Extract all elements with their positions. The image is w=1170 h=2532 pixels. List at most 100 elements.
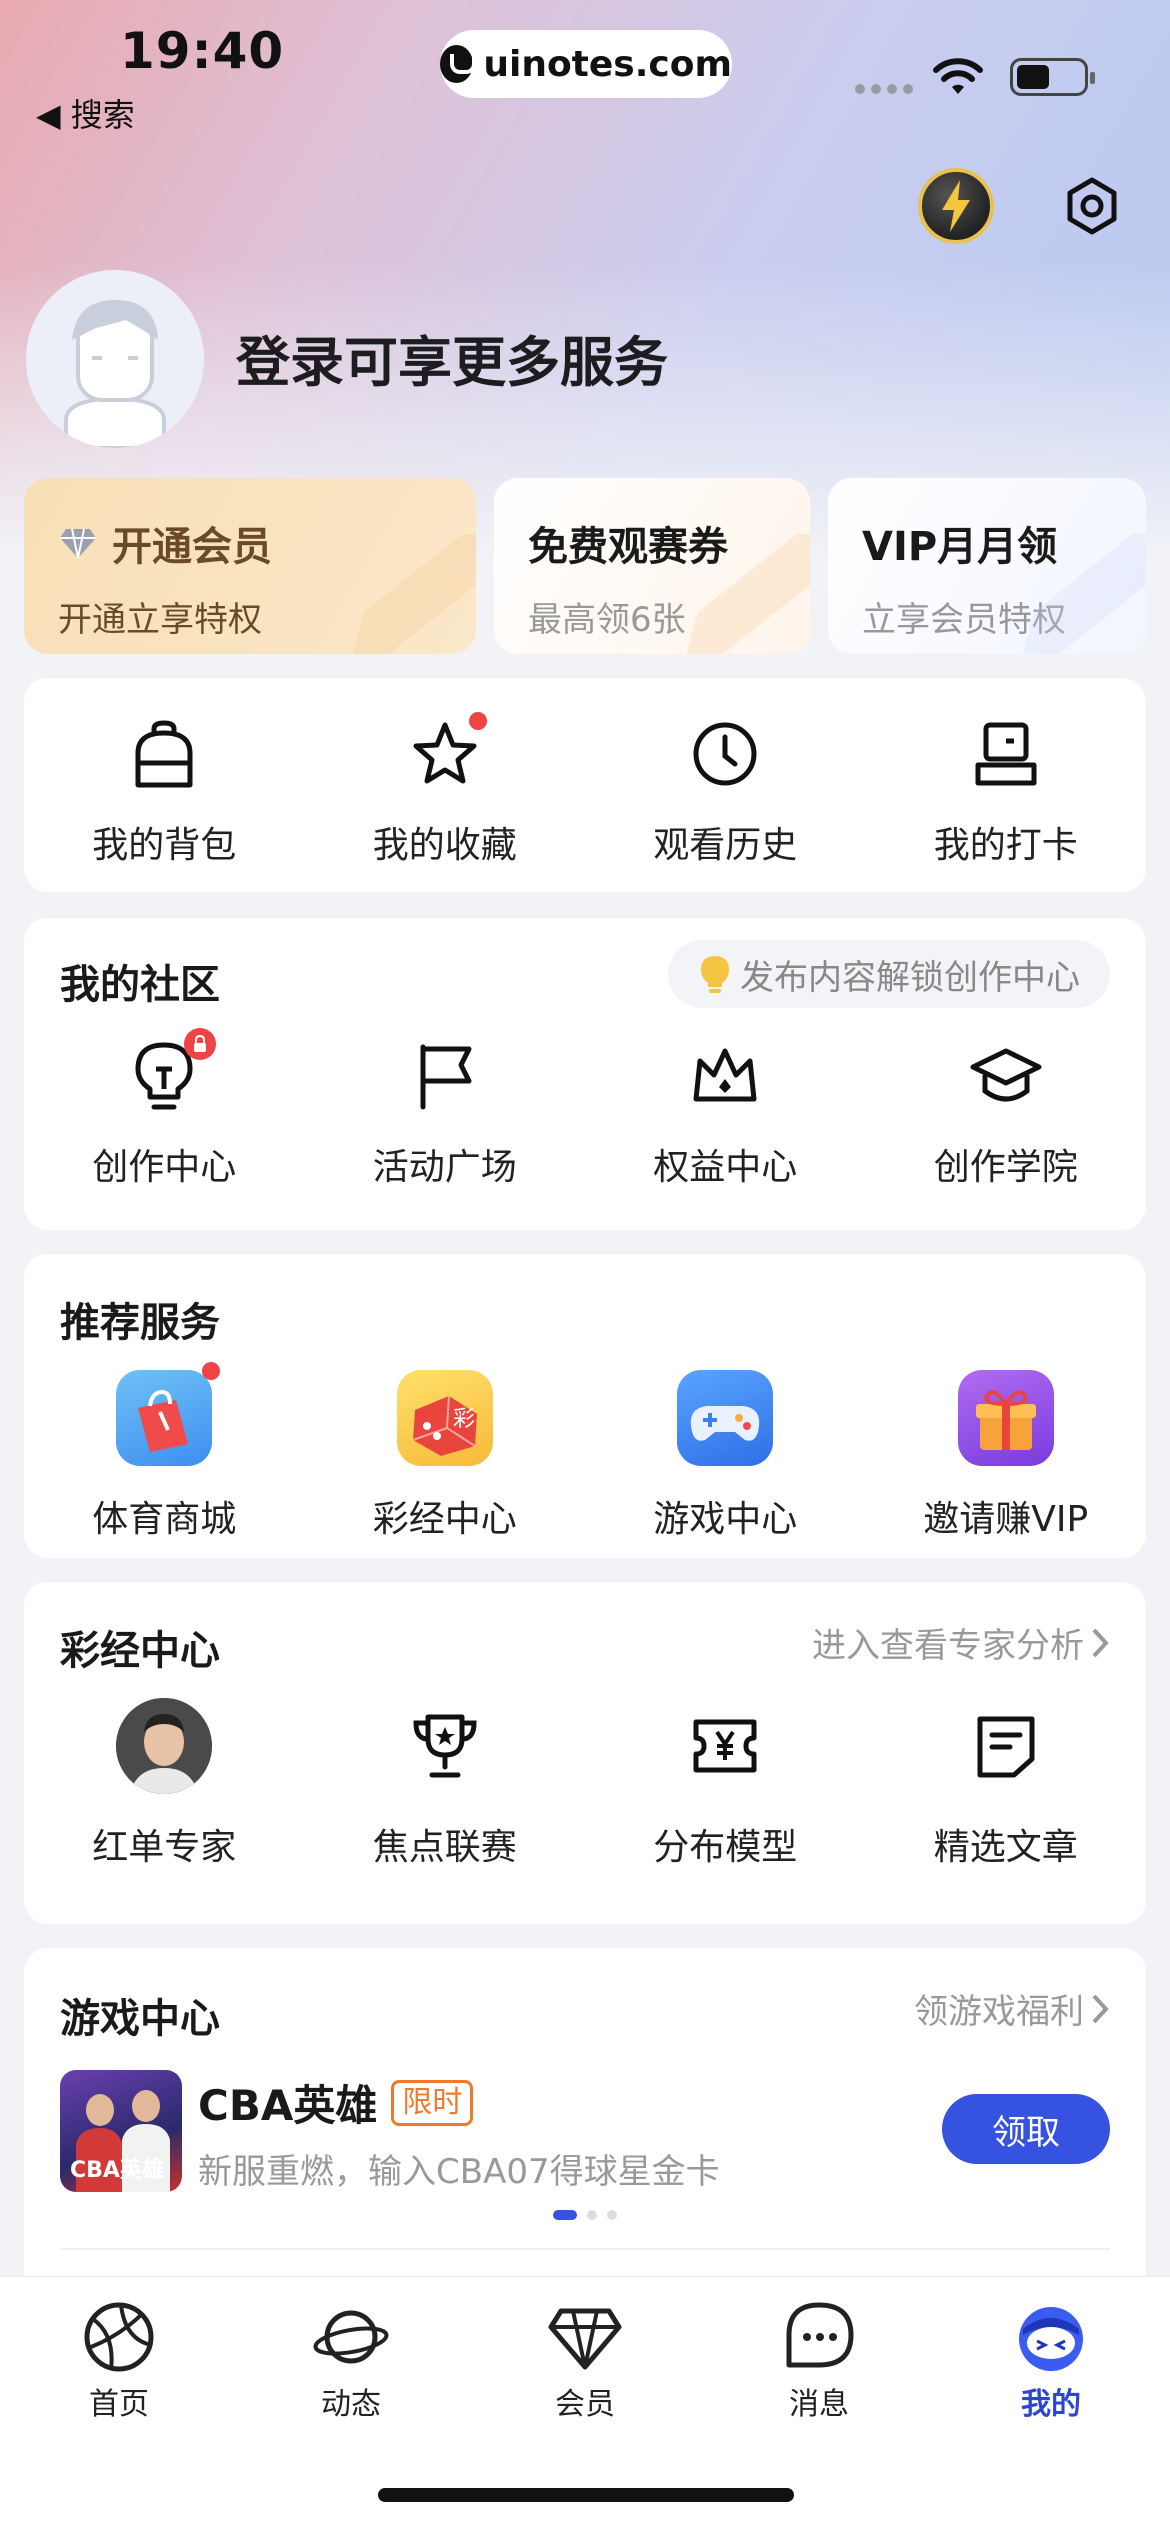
section-title: 游戏中心 bbox=[60, 1996, 220, 2042]
user-avatar-icon bbox=[26, 270, 204, 448]
service-label: 邀请赚VIP bbox=[923, 1499, 1089, 1540]
diamond-icon bbox=[60, 528, 96, 559]
back-to-search-link[interactable]: ◀ 搜索 bbox=[36, 90, 135, 136]
carousel-dot[interactable] bbox=[587, 2210, 597, 2220]
service-label: 体育商城 bbox=[92, 1499, 237, 1540]
carousel-dots bbox=[24, 2210, 1146, 2220]
open-vip-card[interactable]: 开通会员 开通立享特权 bbox=[24, 478, 476, 654]
service-invite-vip[interactable]: 邀请赚VIP bbox=[866, 1370, 1147, 1542]
url-text: uinotes.com bbox=[483, 43, 732, 85]
tab-feed[interactable]: 动态 bbox=[234, 2299, 468, 2423]
lottery-expert-link[interactable]: 进入查看专家分析 bbox=[812, 1618, 1110, 1667]
planet-icon bbox=[313, 2310, 389, 2364]
game-thumbnail[interactable]: CBA英雄 bbox=[60, 2070, 182, 2192]
quick-action-history[interactable]: 观看历史 bbox=[585, 716, 866, 868]
flag-icon bbox=[420, 1044, 472, 1110]
lottery-selected-articles[interactable]: 精选文章 bbox=[866, 1698, 1147, 1870]
community-label: 创作中心 bbox=[92, 1147, 237, 1188]
tab-home[interactable]: 首页 bbox=[2, 2299, 236, 2423]
tab-messages[interactable]: 消息 bbox=[702, 2299, 936, 2423]
community-label: 权益中心 bbox=[653, 1147, 798, 1188]
notification-dot bbox=[202, 1362, 221, 1380]
lottery-focus-league[interactable]: 焦点联赛 bbox=[305, 1698, 586, 1870]
community-creator-center[interactable]: 创作中心 bbox=[24, 1028, 305, 1190]
default-avatar[interactable] bbox=[26, 270, 204, 448]
lottery-label: 红单专家 bbox=[92, 1827, 237, 1868]
community-label: 创作学院 bbox=[933, 1147, 1078, 1188]
quick-action-backpack[interactable]: 我的背包 bbox=[24, 716, 305, 868]
lightning-boost-button[interactable] bbox=[918, 168, 994, 244]
quick-action-favorites[interactable]: 我的收藏 bbox=[305, 712, 586, 868]
url-pill[interactable]: uinotes.com bbox=[440, 30, 732, 98]
gamepad-icon bbox=[677, 1370, 774, 1466]
trophy-icon bbox=[413, 1714, 477, 1778]
tab-label: 消息 bbox=[789, 2387, 849, 2422]
community-benefits-center[interactable]: 权益中心 bbox=[585, 1038, 866, 1190]
home-indicator[interactable] bbox=[378, 2488, 794, 2502]
crown-icon bbox=[693, 1048, 757, 1102]
carousel-dot[interactable] bbox=[553, 2210, 577, 2220]
login-prompt[interactable]: 登录可享更多服务 bbox=[236, 318, 668, 397]
lottery-center-card: 彩经中心 进入查看专家分析 红单专家 焦点联赛 分布模型 精选文章 bbox=[24, 1582, 1146, 1924]
game-center-card: 游戏中心 领游戏福利 CBA英雄 CBA英雄 限时 新服重燃，输入CBA07得球… bbox=[24, 1948, 1146, 2308]
graduation-cap-icon bbox=[970, 1048, 1042, 1102]
tab-label: 首页 bbox=[89, 2387, 149, 2422]
svg-text:彩: 彩 bbox=[453, 1407, 475, 1432]
link-text: 进入查看专家分析 bbox=[812, 1626, 1084, 1666]
hint-text: 发布内容解锁创作中心 bbox=[740, 957, 1080, 998]
gift-icon bbox=[957, 1370, 1054, 1466]
tab-label: 会员 bbox=[555, 2387, 615, 2422]
quick-action-label: 我的背包 bbox=[92, 825, 237, 866]
chevron-right-icon bbox=[1092, 1628, 1109, 1657]
community-label: 活动广场 bbox=[372, 1147, 517, 1188]
site-logo-icon bbox=[440, 45, 477, 83]
free-ticket-card[interactable]: 免费观赛券 最高领6张 bbox=[494, 478, 810, 654]
community-activity-square[interactable]: 活动广场 bbox=[305, 1038, 586, 1190]
lock-icon bbox=[194, 1035, 207, 1052]
quick-action-label: 观看历史 bbox=[653, 825, 798, 866]
status-time: 19:40 bbox=[120, 22, 285, 80]
lottery-dice-icon: 彩 bbox=[396, 1370, 493, 1466]
service-label: 彩经中心 bbox=[372, 1499, 517, 1540]
lottery-label: 焦点联赛 bbox=[372, 1827, 517, 1868]
quick-actions-card: 我的背包 我的收藏 观看历史 我的打卡 bbox=[24, 678, 1146, 892]
service-sports-mall[interactable]: 体育商城 bbox=[24, 1362, 305, 1542]
lottery-label: 精选文章 bbox=[933, 1827, 1078, 1868]
lottery-label: 分布模型 bbox=[653, 1827, 798, 1868]
lottery-distribution-model[interactable]: 分布模型 bbox=[585, 1698, 866, 1870]
game-description: 新服重燃，输入CBA07得球星金卡 bbox=[198, 2152, 720, 2192]
link-text: 领游戏福利 bbox=[914, 1992, 1084, 2032]
divider bbox=[60, 2248, 1110, 2250]
lightning-icon bbox=[942, 180, 970, 232]
game-thumb-text: CBA英雄 bbox=[70, 2158, 164, 2183]
battery-icon bbox=[1010, 58, 1095, 96]
quick-action-checkin[interactable]: 我的打卡 bbox=[866, 716, 1147, 868]
community-card: 我的社区 发布内容解锁创作中心 创作中心 活动广场 权益中心 创作学院 bbox=[24, 918, 1146, 1230]
article-icon bbox=[977, 1716, 1035, 1778]
lottery-red-expert[interactable]: 红单专家 bbox=[24, 1698, 305, 1870]
game-title-row: CBA英雄 限时 bbox=[198, 2072, 474, 2133]
service-game-center[interactable]: 游戏中心 bbox=[585, 1370, 866, 1542]
section-title: 彩经中心 bbox=[60, 1628, 220, 1674]
backpack-icon bbox=[135, 720, 193, 788]
carousel-dot[interactable] bbox=[607, 2210, 617, 2220]
limited-tag: 限时 bbox=[391, 2079, 474, 2126]
unlock-creator-hint[interactable]: 发布内容解锁创作中心 bbox=[668, 940, 1110, 1008]
claim-button[interactable]: 领取 bbox=[942, 2094, 1110, 2164]
cellular-signal-icon bbox=[855, 84, 913, 94]
vip-monthly-card[interactable]: VIP月月领 立享会员特权 bbox=[828, 478, 1146, 654]
shopping-bag-icon bbox=[116, 1362, 221, 1466]
tab-mine[interactable]: 我的 bbox=[934, 2299, 1168, 2423]
quick-action-label: 我的收藏 bbox=[372, 825, 517, 866]
settings-gear-icon[interactable] bbox=[1062, 176, 1122, 236]
tab-label: 我的 bbox=[1021, 2387, 1081, 2422]
lightbulb-hint-icon bbox=[701, 956, 729, 993]
checkin-icon bbox=[975, 722, 1037, 786]
star-icon bbox=[413, 722, 477, 784]
community-creator-academy[interactable]: 创作学院 bbox=[866, 1038, 1147, 1190]
game-welfare-link[interactable]: 领游戏福利 bbox=[914, 1984, 1110, 2033]
message-icon bbox=[786, 2302, 854, 2368]
service-lottery-center[interactable]: 彩 彩经中心 bbox=[305, 1370, 586, 1542]
tab-member[interactable]: 会员 bbox=[468, 2299, 702, 2423]
tab-label: 动态 bbox=[321, 2387, 381, 2422]
